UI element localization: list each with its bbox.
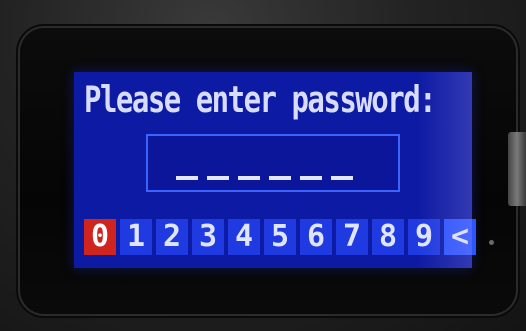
- key-0[interactable]: 0: [84, 219, 116, 255]
- key-3[interactable]: 3: [192, 219, 224, 255]
- key-5[interactable]: 5: [264, 219, 296, 255]
- password-slot: [269, 176, 291, 180]
- password-slot: [331, 176, 353, 180]
- password-slot: [207, 176, 229, 180]
- lcd-screen: Please enter password: 0 1 2 3 4 5 6 7 8…: [74, 72, 476, 268]
- key-9[interactable]: 9: [408, 219, 440, 255]
- password-slot: [300, 176, 322, 180]
- backspace-key[interactable]: <: [444, 219, 476, 255]
- key-8[interactable]: 8: [372, 219, 404, 255]
- password-slot: [176, 176, 198, 180]
- password-field[interactable]: [146, 134, 400, 192]
- password-slot: [238, 176, 260, 180]
- digit-keypad: 0 1 2 3 4 5 6 7 8 9 <: [84, 219, 476, 255]
- password-prompt: Please enter password:: [84, 78, 437, 121]
- side-tab: [508, 132, 526, 206]
- key-2[interactable]: 2: [156, 219, 188, 255]
- key-6[interactable]: 6: [300, 219, 332, 255]
- status-led: [489, 240, 494, 245]
- key-7[interactable]: 7: [336, 219, 368, 255]
- key-4[interactable]: 4: [228, 219, 260, 255]
- device-casing: Please enter password: 0 1 2 3 4 5 6 7 8…: [0, 0, 526, 331]
- key-1[interactable]: 1: [120, 219, 152, 255]
- password-slots: [176, 176, 353, 180]
